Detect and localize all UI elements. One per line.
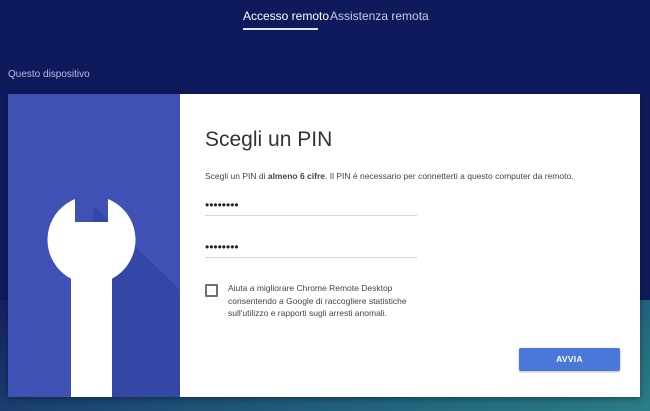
start-button[interactable]: AVVIA [519,348,620,371]
usage-stats-checkbox[interactable] [205,284,218,297]
pin-confirm-field [205,236,417,258]
top-tabs: Accesso remoto Assistenza remota [0,0,650,32]
description-bold: almeno 6 cifre [267,171,326,181]
pin-field [205,194,417,216]
wrench-icon [47,199,180,397]
dialog-description: Scegli un PIN di almeno 6 cifre. Il PIN … [205,171,574,181]
tab-remote-access[interactable]: Accesso remoto [243,9,329,23]
active-tab-indicator [243,28,318,30]
tab-remote-support[interactable]: Assistenza remota [330,9,429,23]
description-suffix: . Il PIN è necessario per connetterti a … [325,171,574,181]
pin-input[interactable] [205,194,417,215]
section-title: Questo dispositivo [8,69,90,80]
description-prefix: Scegli un PIN di [205,171,268,181]
usage-stats-label: Aiuta a migliorare Chrome Remote Desktop… [228,283,407,318]
pin-confirm-input[interactable] [205,236,417,257]
dialog-title: Scegli un PIN [205,128,333,151]
illustration-panel [8,94,180,397]
pin-setup-dialog: Scegli un PIN Scegli un PIN di almeno 6 … [8,94,640,397]
